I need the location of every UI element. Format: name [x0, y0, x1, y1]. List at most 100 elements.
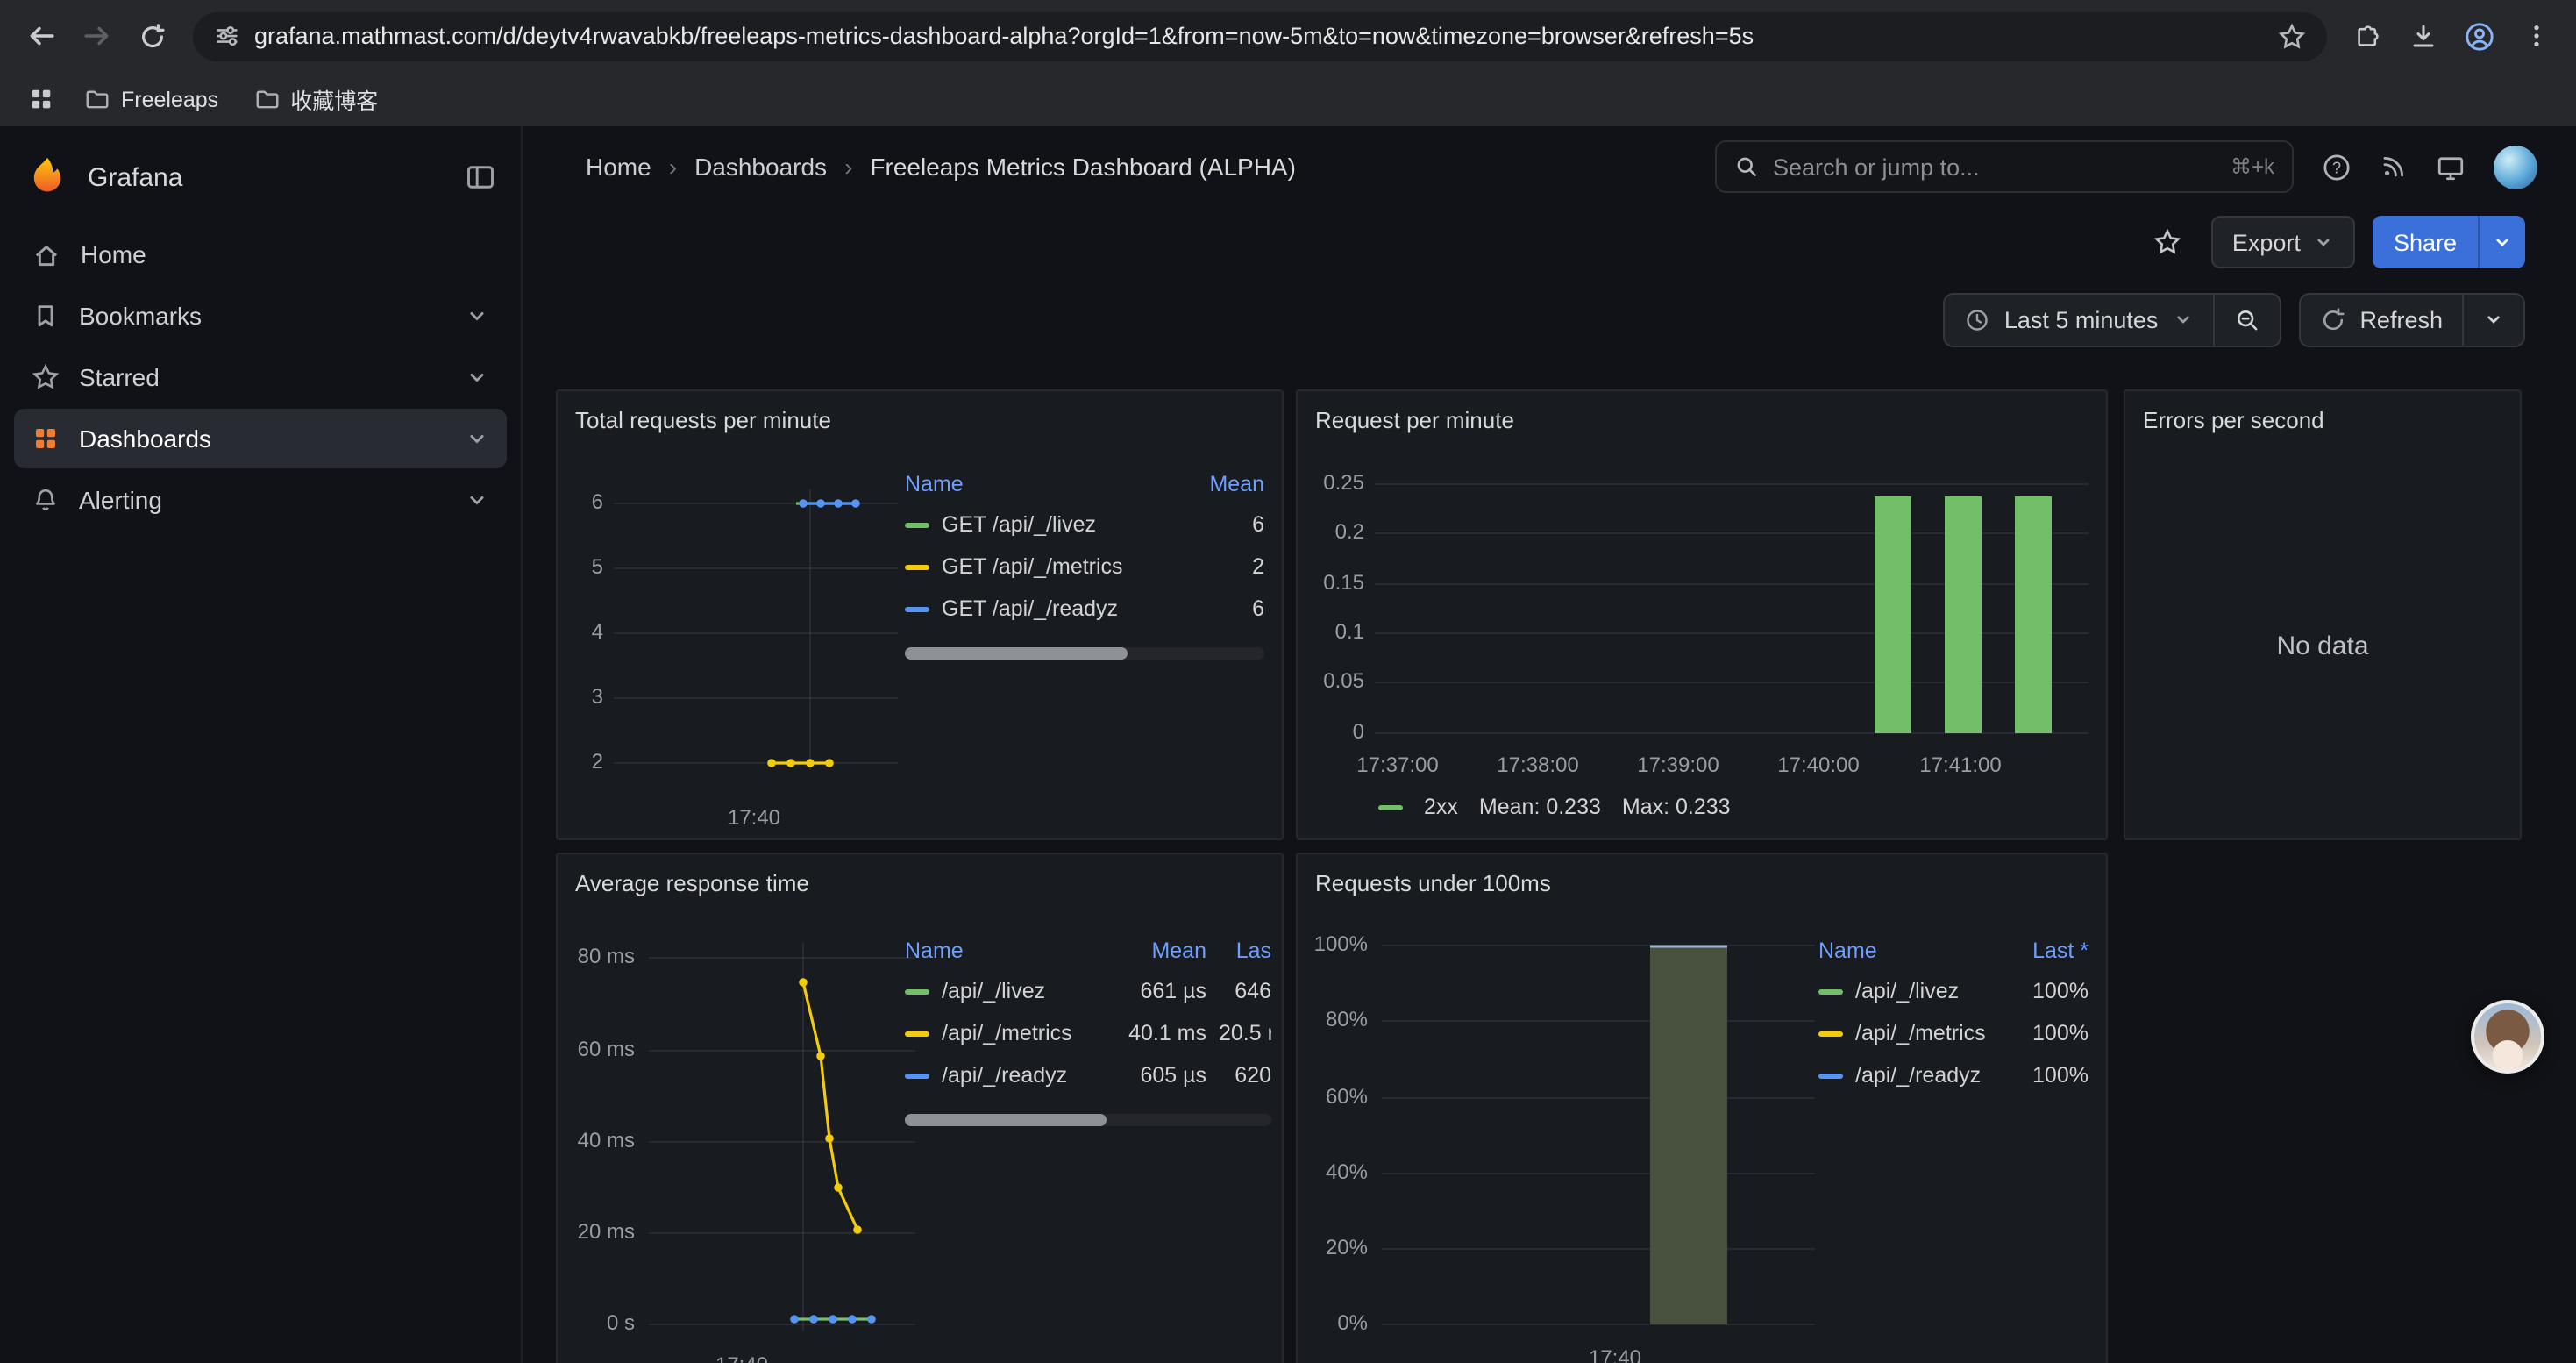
legend-row[interactable]: GET /api/_/livez 6 — [905, 503, 1264, 546]
sidebar-item-starred[interactable]: Starred — [14, 347, 507, 407]
legend-row[interactable]: GET /api/_/metrics 2 — [905, 546, 1264, 588]
refresh-icon — [2319, 306, 2345, 332]
panel-title[interactable]: Requests under 100ms — [1298, 854, 2106, 903]
favorite-star-icon[interactable] — [2141, 216, 2194, 268]
extensions-icon[interactable] — [2341, 10, 2394, 62]
bar-chart[interactable] — [1375, 479, 2089, 742]
search-field[interactable] — [1773, 153, 2217, 180]
refresh-button[interactable]: Refresh — [2300, 294, 2462, 345]
legend-scrollbar[interactable] — [905, 1114, 1271, 1126]
series-name[interactable]: 2xx — [1424, 795, 1458, 819]
line-chart[interactable] — [649, 942, 915, 1345]
legend-row[interactable]: /api/_/livez 661 µs 646 — [905, 970, 1271, 1012]
url-text[interactable]: grafana.mathmast.com/d/deytv4rwavabkb/fr… — [254, 23, 2264, 49]
panel-title[interactable]: Total requests per minute — [558, 391, 1282, 440]
series-last: 100% — [2011, 1063, 2089, 1088]
legend-row[interactable]: /api/_/readyz 100% — [1818, 1054, 2089, 1096]
x-tick: 17:38:00 — [1485, 753, 1590, 777]
series-name[interactable]: /api/_/livez — [942, 979, 1099, 1003]
apps-grid-icon[interactable] — [18, 76, 63, 122]
series-name[interactable]: GET /api/_/metrics — [942, 554, 1182, 579]
series-swatch-green — [905, 988, 929, 994]
dock-menu-icon[interactable] — [465, 161, 496, 193]
kiosk-monitor-icon[interactable] — [2436, 152, 2466, 182]
panel-title[interactable]: Errors per second — [2125, 391, 2520, 440]
user-avatar[interactable] — [2494, 145, 2537, 189]
legend-scrollbar[interactable] — [905, 647, 1264, 660]
legend-row[interactable]: /api/_/metrics 40.1 ms 20.5 r — [905, 1012, 1271, 1054]
panel-requests-under-100ms[interactable]: Requests under 100ms 100% 80% 60% 40% 20… — [1296, 853, 2108, 1363]
sidebar-item-bookmarks[interactable]: Bookmarks — [14, 286, 507, 346]
panel-title[interactable]: Request per minute — [1298, 391, 2106, 440]
series-last: 646 — [1219, 979, 1271, 1003]
legend-row[interactable]: /api/_/readyz 605 µs 620 — [905, 1054, 1271, 1096]
series-name[interactable]: /api/_/readyz — [942, 1063, 1099, 1088]
refresh-interval-button[interactable] — [2462, 294, 2523, 345]
sidebar-item-dashboards[interactable]: Dashboards — [14, 409, 507, 468]
help-icon[interactable]: ? — [2322, 152, 2352, 182]
legend-col-mean[interactable]: Mean — [1194, 472, 1264, 496]
series-last: 100% — [2011, 979, 2089, 1003]
share-button[interactable]: Share — [2373, 216, 2478, 268]
back-icon[interactable] — [14, 10, 67, 62]
brand-title: Grafana — [88, 162, 447, 192]
legend-col-mean[interactable]: Mean — [1112, 938, 1206, 963]
chevron-down-icon[interactable] — [465, 303, 489, 328]
sidebar-item-home[interactable]: Home — [14, 225, 507, 284]
reload-icon[interactable] — [126, 10, 179, 62]
panel-title[interactable]: Average response time — [558, 854, 1282, 903]
x-tick: 17:40 — [666, 805, 842, 830]
download-icon[interactable] — [2397, 10, 2450, 62]
legend-row[interactable]: /api/_/livez 100% — [1818, 970, 2089, 1012]
bookmark-star-icon[interactable] — [2278, 22, 2306, 50]
refresh-group: Refresh — [2298, 292, 2525, 346]
refresh-label: Refresh — [2359, 306, 2443, 332]
series-name[interactable]: GET /api/_/livez — [942, 512, 1182, 537]
series-name[interactable]: /api/_/metrics — [1855, 1021, 1999, 1045]
chevron-down-icon[interactable] — [465, 488, 489, 512]
sidebar-item-alerting[interactable]: Alerting — [14, 470, 507, 530]
chevron-down-icon[interactable] — [465, 426, 489, 451]
assistant-avatar[interactable] — [2471, 1000, 2544, 1074]
browser-menu-icon[interactable] — [2509, 10, 2562, 62]
chevron-down-icon[interactable] — [465, 365, 489, 389]
legend-col-name[interactable]: Name — [905, 472, 1182, 496]
panel-request-per-minute[interactable]: Request per minute 0.25 0.2 0.15 0.1 0.0… — [1296, 389, 2108, 840]
dashboards-icon — [32, 425, 60, 453]
series-name[interactable]: GET /api/_/readyz — [942, 596, 1182, 621]
profile-icon[interactable] — [2453, 10, 2506, 62]
series-name[interactable]: /api/_/readyz — [1855, 1063, 1999, 1088]
time-range-picker[interactable]: Last 5 minutes — [1945, 294, 2213, 345]
bar-chart[interactable] — [1382, 942, 1815, 1331]
legend-row[interactable]: GET /api/_/readyz 6 — [905, 588, 1264, 630]
browser-toolbar: grafana.mathmast.com/d/deytv4rwavabkb/fr… — [0, 0, 2576, 72]
y-tick: 0.2 — [1298, 519, 1364, 544]
bookmark-blog[interactable]: 收藏博客 — [239, 77, 392, 121]
series-swatch-green — [905, 522, 929, 527]
legend-col-last[interactable]: Last * — [2011, 938, 2089, 963]
forward-icon[interactable] — [70, 10, 123, 62]
sidebar-item-label: Bookmarks — [79, 302, 202, 330]
series-mean: 2 — [1194, 554, 1264, 579]
breadcrumb-dashboards[interactable]: Dashboards — [694, 153, 827, 181]
share-menu-button[interactable] — [2478, 216, 2525, 268]
panel-average-response-time[interactable]: Average response time 80 ms 60 ms 40 ms … — [556, 853, 1284, 1363]
series-name[interactable]: /api/_/livez — [1855, 979, 1999, 1003]
legend-col-name[interactable]: Name — [1818, 938, 1999, 963]
bookmark-freeleaps[interactable]: Freeleaps — [70, 81, 232, 118]
panel-errors-per-second[interactable]: Errors per second No data — [2124, 389, 2522, 840]
legend-row[interactable]: /api/_/metrics 100% — [1818, 1012, 2089, 1054]
grafana-logo-icon[interactable] — [25, 154, 70, 200]
panel-total-requests-per-minute[interactable]: Total requests per minute 6 5 4 3 2 — [556, 389, 1284, 840]
line-chart[interactable] — [614, 489, 898, 781]
site-settings-icon[interactable] — [214, 23, 240, 49]
search-input[interactable]: ⌘+k — [1715, 140, 2294, 193]
export-button[interactable]: Export — [2211, 216, 2355, 268]
legend-col-last[interactable]: Las — [1219, 938, 1271, 963]
legend-col-name[interactable]: Name — [905, 938, 1099, 963]
breadcrumb-home[interactable]: Home — [586, 153, 651, 181]
series-name[interactable]: /api/_/metrics — [942, 1021, 1099, 1045]
news-rss-icon[interactable] — [2380, 153, 2408, 181]
zoom-out-button[interactable] — [2212, 294, 2279, 345]
address-bar[interactable]: grafana.mathmast.com/d/deytv4rwavabkb/fr… — [193, 11, 2327, 61]
